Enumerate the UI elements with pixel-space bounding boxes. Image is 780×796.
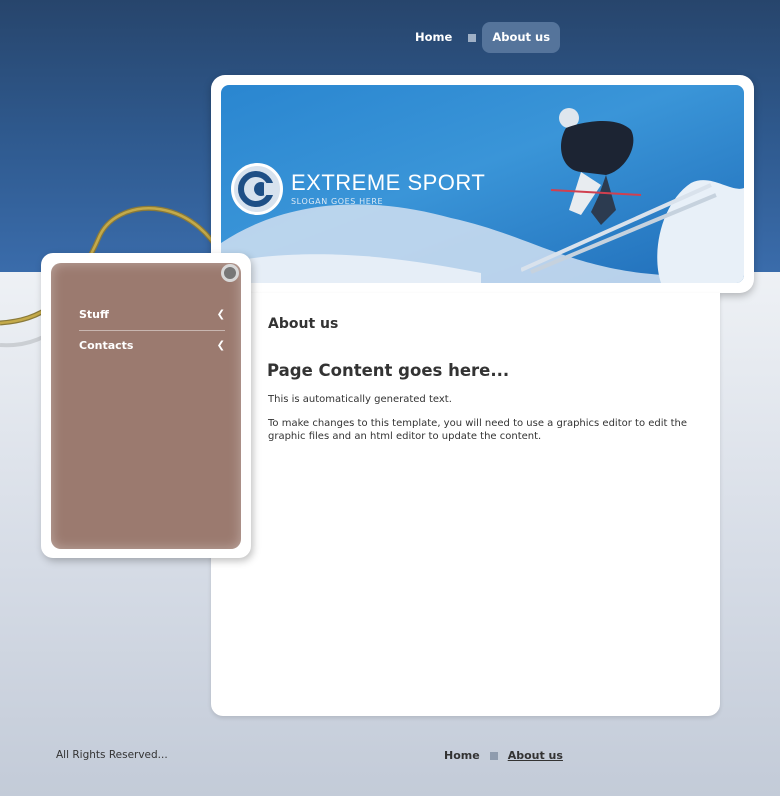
sidebar-menu-panel: Stuff ❮ Contacts ❮: [51, 263, 241, 549]
chevron-left-icon: ❮: [216, 340, 225, 351]
sidebar-item-stuff[interactable]: Stuff ❮: [79, 299, 225, 330]
content-card: About us Page Content goes here... This …: [211, 293, 720, 716]
section-title: About us: [268, 316, 339, 332]
chevron-left-icon: ❮: [216, 309, 225, 320]
content-paragraph-1: This is automatically generated text.: [268, 394, 452, 405]
topnav-home-link[interactable]: Home: [405, 22, 462, 53]
banner-image: EXTREME SPORT SLOGAN GOES HERE: [221, 85, 744, 283]
brand-logo-icon: [231, 163, 283, 215]
footer-home-link[interactable]: Home: [444, 749, 480, 762]
footer-nav-separator-square: [489, 751, 498, 760]
tag-grommet-icon: [221, 264, 239, 282]
skier-illustration: [521, 108, 717, 274]
brand-name: EXTREME SPORT: [291, 170, 486, 195]
footer-about-link[interactable]: About us: [508, 749, 563, 762]
sidebar-item-contacts[interactable]: Contacts ❮: [79, 330, 225, 361]
footer-copyright: All Rights Reserved...: [56, 749, 168, 761]
sidebar-item-label: Contacts: [79, 339, 134, 352]
brand-slogan: SLOGAN GOES HERE: [291, 197, 384, 206]
sidebar-item-label: Stuff: [79, 308, 109, 321]
page-title: Page Content goes here...: [267, 361, 510, 380]
sidebar-tag: Stuff ❮ Contacts ❮: [41, 253, 251, 558]
header-card: EXTREME SPORT SLOGAN GOES HERE: [211, 75, 754, 293]
nav-separator-square: [468, 33, 477, 42]
top-navigation: Home About us: [405, 22, 561, 53]
topnav-about-link[interactable]: About us: [482, 22, 561, 53]
footer-navigation: Home About us: [444, 749, 563, 762]
content-paragraph-2: To make changes to this template, you wi…: [268, 418, 688, 442]
